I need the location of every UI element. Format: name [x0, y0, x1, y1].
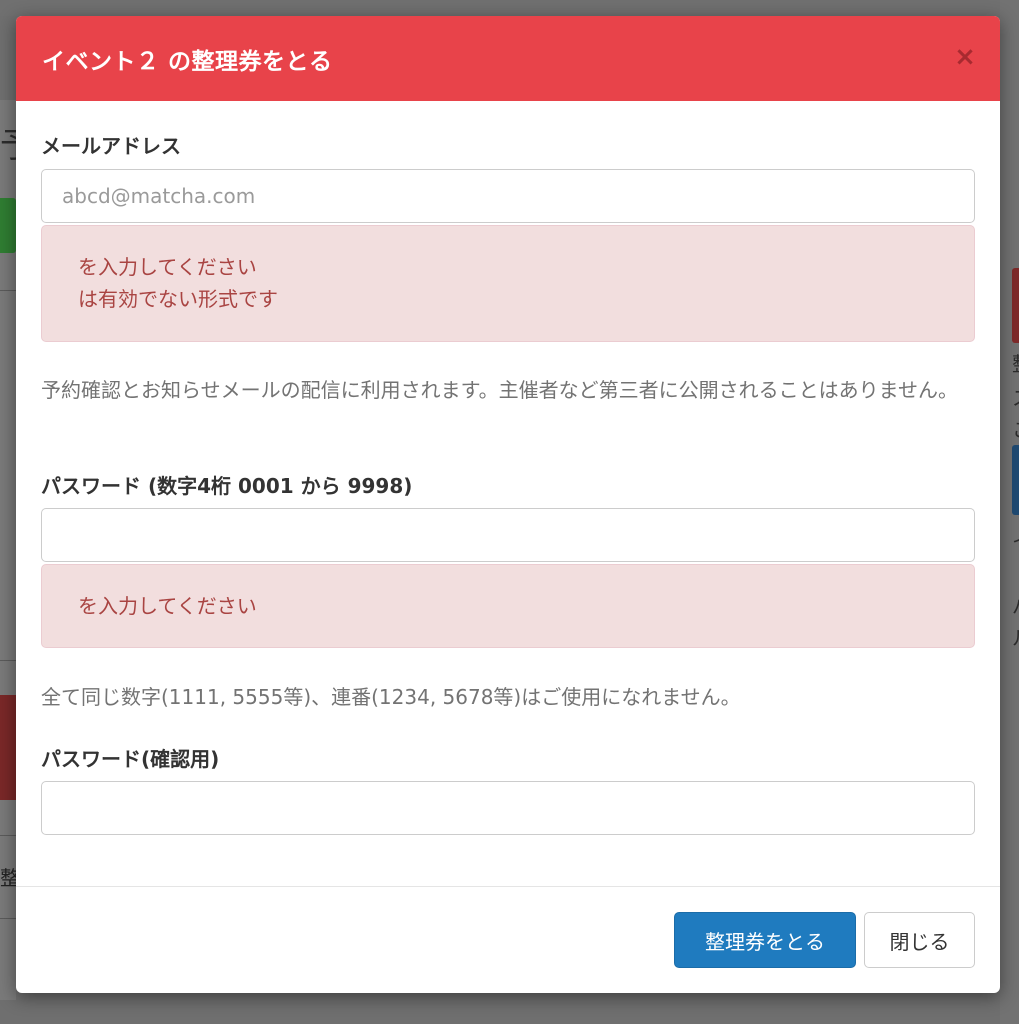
background-text-fragment: ル: [1012, 622, 1019, 651]
background-text-fragment: イ: [1012, 525, 1019, 554]
password-input[interactable]: [41, 508, 975, 562]
email-input[interactable]: [41, 169, 975, 223]
password-label: パスワード (数字4桁 0001 から 9998): [41, 474, 413, 498]
email-label: メールアドレス: [41, 134, 181, 158]
take-ticket-button[interactable]: 整理券をとる: [674, 912, 856, 968]
background-page-top: [0, 0, 1019, 16]
ticket-modal: イベント２ の整理券をとる × メールアドレス を入力してください は有効でない…: [16, 16, 1000, 993]
password-help-text: 全て同じ数字(1111, 5555等)、連番(1234, 5678等)はご使用に…: [41, 685, 741, 709]
password-error-alert: を入力してください: [41, 564, 975, 648]
email-help-text: 予約確認とお知らせメールの配信に利用されます。主催者など第三者に公開されることは…: [41, 378, 958, 402]
background-divider: [0, 290, 16, 291]
background-red-panel-fragment: [0, 695, 16, 800]
background-text-fragment: 整: [1012, 348, 1019, 377]
background-blue-button-fragment: [1012, 445, 1019, 515]
modal-title: イベント２ の整理券をとる: [42, 49, 333, 75]
password-confirm-label: パスワード(確認用): [41, 747, 220, 771]
background-divider: [0, 660, 16, 661]
email-error-format: は有効でない形式です: [78, 287, 278, 311]
background-text-fragment: パ: [1012, 590, 1019, 619]
modal-footer-divider: [16, 886, 1000, 887]
background-text-fragment: こ: [1012, 414, 1019, 443]
password-confirm-input[interactable]: [41, 781, 975, 835]
modal-header: イベント２ の整理券をとる ×: [16, 16, 1000, 101]
close-icon[interactable]: ×: [954, 43, 976, 71]
password-error-required: を入力してください: [78, 594, 257, 618]
background-text-fragment: ス: [1012, 382, 1019, 411]
background-divider: [0, 918, 16, 919]
close-button[interactable]: 閉じる: [864, 912, 975, 968]
background-divider: [0, 835, 16, 836]
background-red-button-fragment: [1012, 268, 1019, 343]
email-error-required: を入力してください: [78, 255, 257, 279]
email-error-alert: を入力してください は有効でない形式です: [41, 225, 975, 342]
background-green-button-fragment: [0, 198, 16, 253]
